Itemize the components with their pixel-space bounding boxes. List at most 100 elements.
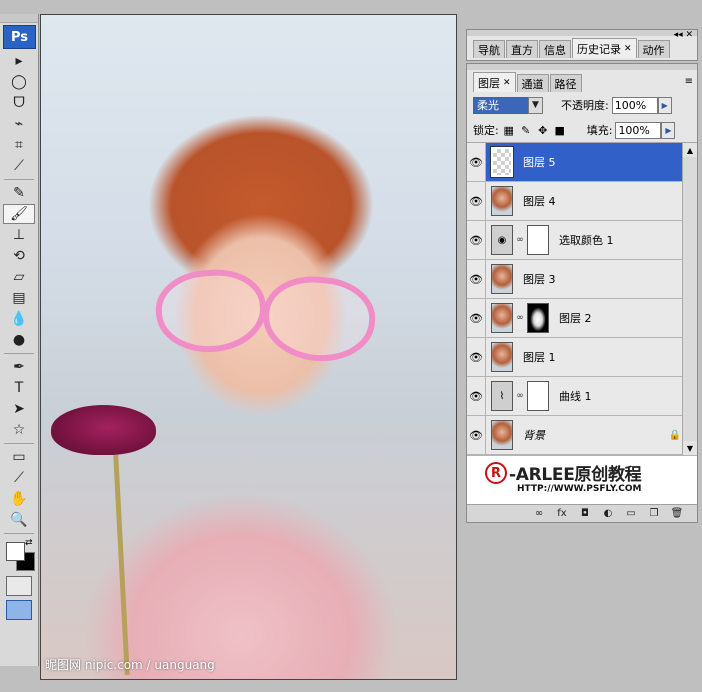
- trash-icon[interactable]: 🗑: [669, 507, 685, 521]
- lock-position-icon[interactable]: ✥: [536, 123, 550, 137]
- layer-name[interactable]: 图层 5: [523, 154, 556, 170]
- scroll-down-icon[interactable]: ▼: [683, 441, 697, 455]
- eye-icon[interactable]: 👁: [467, 377, 486, 415]
- tab-3[interactable]: 历史记录 ✕: [572, 38, 637, 58]
- path-select-icon[interactable]: ➤: [3, 399, 35, 419]
- dodge-icon[interactable]: ●: [3, 330, 35, 350]
- gradient-icon[interactable]: ▤: [3, 288, 35, 308]
- shape-icon[interactable]: ☆: [3, 420, 35, 440]
- close-icon[interactable]: ✕: [503, 78, 511, 88]
- document-canvas[interactable]: 昵图网 nipic.com / uanguang: [40, 14, 457, 680]
- layer-mask-thumbnail[interactable]: [527, 381, 549, 411]
- layer-name[interactable]: 图层 1: [523, 349, 556, 365]
- pen-icon[interactable]: ✒: [3, 357, 35, 377]
- layer-name[interactable]: 背景: [523, 427, 545, 443]
- tab-0[interactable]: 图层 ✕: [473, 72, 516, 92]
- lasso-icon[interactable]: ᗜ: [3, 93, 35, 113]
- layer-row[interactable]: 👁 图层 5: [467, 143, 697, 182]
- eye-icon[interactable]: 👁: [467, 221, 486, 259]
- fill-slider-arrow-icon[interactable]: ▶: [661, 121, 676, 139]
- swap-colors-icon[interactable]: ⇄: [25, 538, 33, 548]
- tab-2[interactable]: 路径: [549, 74, 582, 92]
- link-icon[interactable]: ∞: [531, 507, 547, 521]
- layer-row[interactable]: 👁 ◉ ∞ 选取颜色 1: [467, 221, 697, 260]
- adjustment-thumbnail[interactable]: ◉: [491, 225, 513, 255]
- screen-mode-button[interactable]: [6, 600, 32, 620]
- fill-field[interactable]: 100%: [615, 121, 662, 139]
- tool-divider: [4, 443, 34, 444]
- adjustment-icon[interactable]: ◐: [600, 507, 616, 521]
- tab-1[interactable]: 直方: [506, 40, 538, 58]
- toolbox-grip[interactable]: [0, 14, 38, 23]
- chain-link-icon[interactable]: ∞: [515, 391, 525, 401]
- crop-icon[interactable]: ⌗: [3, 135, 35, 155]
- history-brush-icon[interactable]: ⟲: [3, 246, 35, 266]
- eye-icon[interactable]: 👁: [467, 260, 486, 298]
- tab-1[interactable]: 通道: [516, 74, 549, 92]
- opacity-slider-arrow-icon[interactable]: ▶: [657, 96, 672, 114]
- layer-name[interactable]: 图层 3: [523, 271, 556, 287]
- lock-transparent-icon[interactable]: ▦: [502, 123, 516, 137]
- mask-icon[interactable]: ◘: [577, 507, 593, 521]
- zoom-icon[interactable]: 🔍: [3, 510, 35, 530]
- eye-icon[interactable]: 👁: [467, 299, 486, 337]
- layer-thumbnail[interactable]: [490, 146, 514, 178]
- eye-icon[interactable]: 👁: [467, 416, 486, 454]
- layer-thumbnail[interactable]: [491, 420, 513, 450]
- layer-row[interactable]: 👁 ⌇ ∞ 曲线 1: [467, 377, 697, 416]
- layer-row[interactable]: 👁 图层 4: [467, 182, 697, 221]
- layer-mask-thumbnail[interactable]: [527, 303, 549, 333]
- layer-row[interactable]: 👁 背景 🔒: [467, 416, 697, 455]
- layer-row[interactable]: 👁 图层 3: [467, 260, 697, 299]
- layers-scrollbar[interactable]: ▲ ▼: [682, 143, 697, 455]
- chain-link-icon[interactable]: ∞: [515, 313, 525, 323]
- eye-icon[interactable]: 👁: [467, 182, 486, 220]
- layer-thumbnail[interactable]: [491, 264, 513, 294]
- layer-row[interactable]: 👁 ∞ 图层 2: [467, 299, 697, 338]
- tab-4[interactable]: 动作: [637, 40, 670, 58]
- hand-icon[interactable]: ✋: [3, 489, 35, 509]
- clone-stamp-icon[interactable]: ⊥: [3, 225, 35, 245]
- eyedropper-icon[interactable]: ⟋: [3, 156, 35, 176]
- layer-name[interactable]: 选取颜色 1: [559, 232, 614, 248]
- fx-icon[interactable]: fx: [554, 507, 570, 521]
- healing-brush-icon[interactable]: ✎: [3, 183, 35, 203]
- layer-name[interactable]: 图层 4: [523, 193, 556, 209]
- scroll-up-icon[interactable]: ▲: [683, 143, 697, 157]
- layer-thumbnail[interactable]: [491, 186, 513, 216]
- tab-2[interactable]: 信息: [539, 40, 571, 58]
- type-icon[interactable]: T: [3, 378, 35, 398]
- chevron-down-icon[interactable]: ▼: [528, 96, 543, 114]
- layer-thumbnail[interactable]: [491, 342, 513, 372]
- panel-menu-icon[interactable]: ≡: [685, 76, 693, 87]
- tab-0[interactable]: 导航: [473, 40, 505, 58]
- eraser-icon[interactable]: ▱: [3, 267, 35, 287]
- adjustment-thumbnail[interactable]: ⌇: [491, 381, 513, 411]
- chain-link-icon[interactable]: ∞: [515, 235, 525, 245]
- layer-thumbnail[interactable]: [491, 303, 513, 333]
- lock-all-icon[interactable]: ■: [553, 123, 567, 137]
- layer-row[interactable]: 👁 图层 1: [467, 338, 697, 377]
- close-icon[interactable]: ✕: [624, 44, 632, 54]
- new-layer-icon[interactable]: ❐: [646, 507, 662, 521]
- move-tool-icon[interactable]: ▸: [3, 51, 35, 71]
- layer-mask-thumbnail[interactable]: [527, 225, 549, 255]
- quick-mask-button[interactable]: [6, 576, 32, 596]
- layer-name[interactable]: 图层 2: [559, 310, 592, 326]
- brush-icon[interactable]: 🖌: [3, 204, 35, 224]
- quick-select-icon[interactable]: ⌁: [3, 114, 35, 134]
- eyedropper2-icon[interactable]: ⟋: [3, 468, 35, 488]
- eye-icon[interactable]: 👁: [467, 143, 486, 181]
- elliptical-marquee-icon[interactable]: ◯: [3, 72, 35, 92]
- group-icon[interactable]: ▭: [623, 507, 639, 521]
- lock-image-icon[interactable]: ✎: [519, 123, 533, 137]
- blur-icon[interactable]: 💧: [3, 309, 35, 329]
- foreground-color-swatch[interactable]: [6, 542, 25, 561]
- ps-logo[interactable]: Ps: [3, 25, 36, 49]
- tab-label: 通道: [521, 77, 544, 91]
- notes-icon[interactable]: ▭: [3, 447, 35, 467]
- opacity-field[interactable]: 100%: [611, 96, 658, 114]
- layer-name[interactable]: 曲线 1: [559, 388, 592, 404]
- eye-icon[interactable]: 👁: [467, 338, 486, 376]
- blend-mode-select[interactable]: 柔光 ▼: [473, 96, 543, 114]
